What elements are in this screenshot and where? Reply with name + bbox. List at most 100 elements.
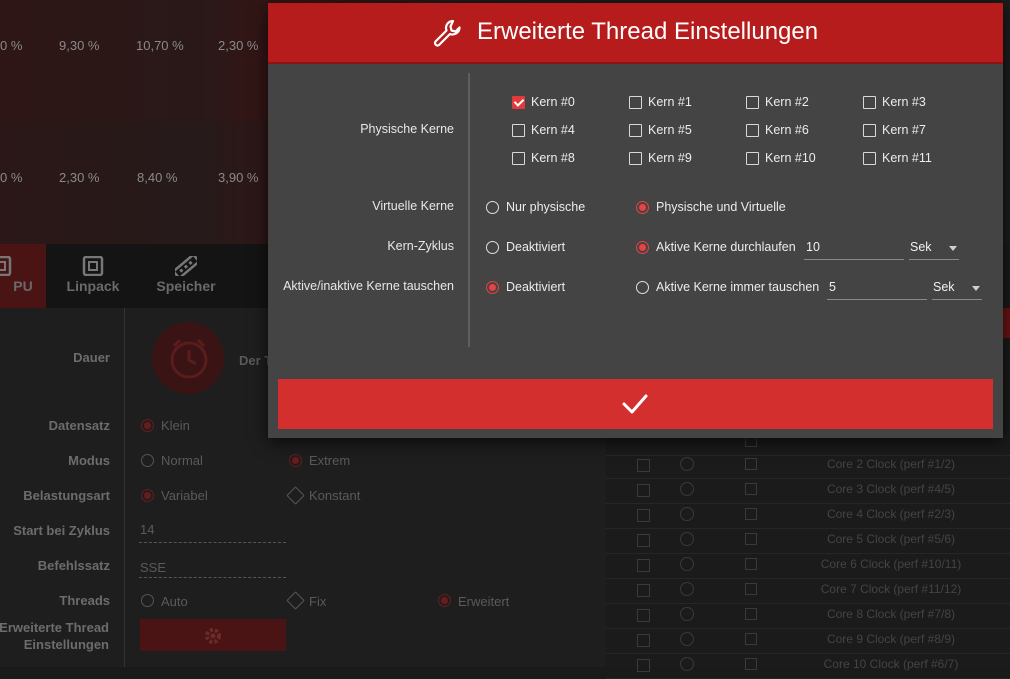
row-checkbox[interactable] xyxy=(637,609,650,622)
start-label: Start bei Zyklus xyxy=(13,523,110,538)
tauschen-radio-deaktiviert[interactable] xyxy=(486,281,499,294)
row-label: Core 10 Clock (perf #6/7) xyxy=(823,657,959,671)
core-checkbox-10[interactable] xyxy=(746,152,759,165)
row-checkbox[interactable] xyxy=(637,509,650,522)
sensor-table: Core 2 Clock (perf #1/2) Core 3 Clock (p… xyxy=(606,430,1010,679)
kern-zyklus-label: Kern-Zyklus xyxy=(387,239,454,253)
tab-label: Speicher xyxy=(156,278,216,294)
table-row[interactable]: Core 7 Clock (perf #11/12) xyxy=(606,578,1010,604)
virtuelle-radio-physische-virtuelle[interactable] xyxy=(636,201,649,214)
row-checkbox[interactable] xyxy=(637,634,650,647)
core-label: Kern #3 xyxy=(882,95,926,109)
row-checkbox[interactable] xyxy=(637,659,650,672)
table-row[interactable]: Core 8 Clock (perf #7/8) xyxy=(606,603,1010,629)
table-row[interactable]: Core 2 Clock (perf #1/2) xyxy=(606,453,1010,479)
core-checkbox-6[interactable] xyxy=(746,124,759,137)
zyklus-radio-aktiv[interactable] xyxy=(636,241,649,254)
modus-radio-extrem[interactable] xyxy=(289,454,302,467)
tab-cpu[interactable]: PU xyxy=(0,244,46,310)
chip-icon xyxy=(745,583,757,595)
befehl-underline xyxy=(139,577,286,578)
core-checkbox-5[interactable] xyxy=(629,124,642,137)
core-checkbox-1[interactable] xyxy=(629,96,642,109)
modus-radio-normal[interactable] xyxy=(141,454,154,467)
thread-settings-button[interactable] xyxy=(140,619,286,651)
datensatz-radio-klein[interactable] xyxy=(141,419,154,432)
datensatz-option: Klein xyxy=(161,418,190,433)
core-label: Kern #11 xyxy=(882,151,932,165)
heat-value: 3,90 % xyxy=(218,170,259,185)
thread-settings-dialog: Erweiterte Thread Einstellungen Physisch… xyxy=(268,3,1003,438)
dialog-separator xyxy=(468,73,470,347)
table-row[interactable]: Core 9 Clock (perf #8/9) xyxy=(606,628,1010,654)
tauschen-value: 5 xyxy=(829,280,836,294)
tauschen-radio-immer[interactable] xyxy=(636,281,649,294)
heat-value: 10,70 % xyxy=(136,38,184,53)
chip-icon xyxy=(745,458,757,470)
zyklus-unit-select[interactable]: Sek xyxy=(909,237,959,260)
chip-icon xyxy=(745,483,757,495)
physische-kerne-label: Physische Kerne xyxy=(360,122,454,136)
dialog-header: Erweiterte Thread Einstellungen xyxy=(268,3,1003,64)
row-checkbox[interactable] xyxy=(637,484,650,497)
gear-icon xyxy=(205,628,221,644)
zyklus-value: 10 xyxy=(806,240,820,254)
tauschen-unit-select[interactable]: Sek xyxy=(932,277,982,300)
row-checkbox[interactable] xyxy=(637,534,650,547)
start-input[interactable]: 14 xyxy=(140,522,154,537)
row-checkbox[interactable] xyxy=(637,459,650,472)
threads-label: Threads xyxy=(59,593,110,608)
core-checkbox-7[interactable] xyxy=(863,124,876,137)
core-label: Kern #8 xyxy=(531,151,575,165)
virtuelle-radio-nur-physische[interactable] xyxy=(486,201,499,214)
core-checkbox-8[interactable] xyxy=(512,152,525,165)
table-row[interactable]: Core 4 Clock (perf #2/3) xyxy=(606,503,1010,529)
table-row[interactable]: Core 10 Clock (perf #6/7) xyxy=(606,653,1010,679)
chip-icon xyxy=(745,508,757,520)
cpu-icon xyxy=(0,256,12,276)
heat-value: 2,30 % xyxy=(59,170,100,185)
table-row[interactable]: Core 6 Clock (perf #10/11) xyxy=(606,553,1010,579)
row-checkbox[interactable] xyxy=(637,559,650,572)
zyklus-unit: Sek xyxy=(910,240,932,254)
heat-value: 8,40 % xyxy=(137,170,178,185)
tab-linpack[interactable]: Linpack xyxy=(48,244,138,308)
core-checkbox-11[interactable] xyxy=(863,152,876,165)
threads-radio-erweitert[interactable] xyxy=(438,594,451,607)
gauge-icon xyxy=(680,607,694,621)
belastung-label: Belastungsart xyxy=(23,488,110,503)
zyklus-seconds-input[interactable]: 10 xyxy=(804,237,904,260)
confirm-button[interactable] xyxy=(278,379,993,429)
table-row[interactable]: Core 3 Clock (perf #4/5) xyxy=(606,478,1010,504)
table-row[interactable]: Core 5 Clock (perf #5/6) xyxy=(606,528,1010,554)
core-checkbox-2[interactable] xyxy=(746,96,759,109)
core-checkbox-3[interactable] xyxy=(863,96,876,109)
row-label: Core 3 Clock (perf #4/5) xyxy=(826,482,956,496)
divider xyxy=(124,308,125,667)
gauge-icon xyxy=(680,632,694,646)
zyklus-radio-deaktiviert[interactable] xyxy=(486,241,499,254)
befehl-select[interactable]: SSE xyxy=(140,560,166,575)
belastung-konstant: Konstant xyxy=(309,488,361,503)
memory-icon xyxy=(175,256,197,276)
dauer-label: Dauer xyxy=(73,350,110,365)
modus-extrem: Extrem xyxy=(309,453,351,468)
dialog-title: Erweiterte Thread Einstellungen xyxy=(477,18,819,45)
row-label: Core 8 Clock (perf #7/8) xyxy=(826,607,956,621)
threads-radio-auto[interactable] xyxy=(141,594,154,607)
tauschen-label: Aktive/inaktive Kerne tauschen xyxy=(283,279,454,293)
core-checkbox-9[interactable] xyxy=(629,152,642,165)
tab-speicher[interactable]: Speicher xyxy=(141,244,231,308)
gauge-icon xyxy=(680,507,694,521)
tauschen-seconds-input[interactable]: 5 xyxy=(827,277,927,300)
gauge-icon xyxy=(680,557,694,571)
core-checkbox-4[interactable] xyxy=(512,124,525,137)
tab-label: Linpack xyxy=(66,278,120,294)
alarm-clock-icon xyxy=(152,322,224,394)
row-label: Core 2 Clock (perf #1/2) xyxy=(826,457,956,471)
threads-auto: Auto xyxy=(161,594,188,609)
core-checkbox-0[interactable] xyxy=(512,96,525,109)
belastung-radio-variabel[interactable] xyxy=(141,489,154,502)
row-checkbox[interactable] xyxy=(637,584,650,597)
threads-fix: Fix xyxy=(309,594,327,609)
